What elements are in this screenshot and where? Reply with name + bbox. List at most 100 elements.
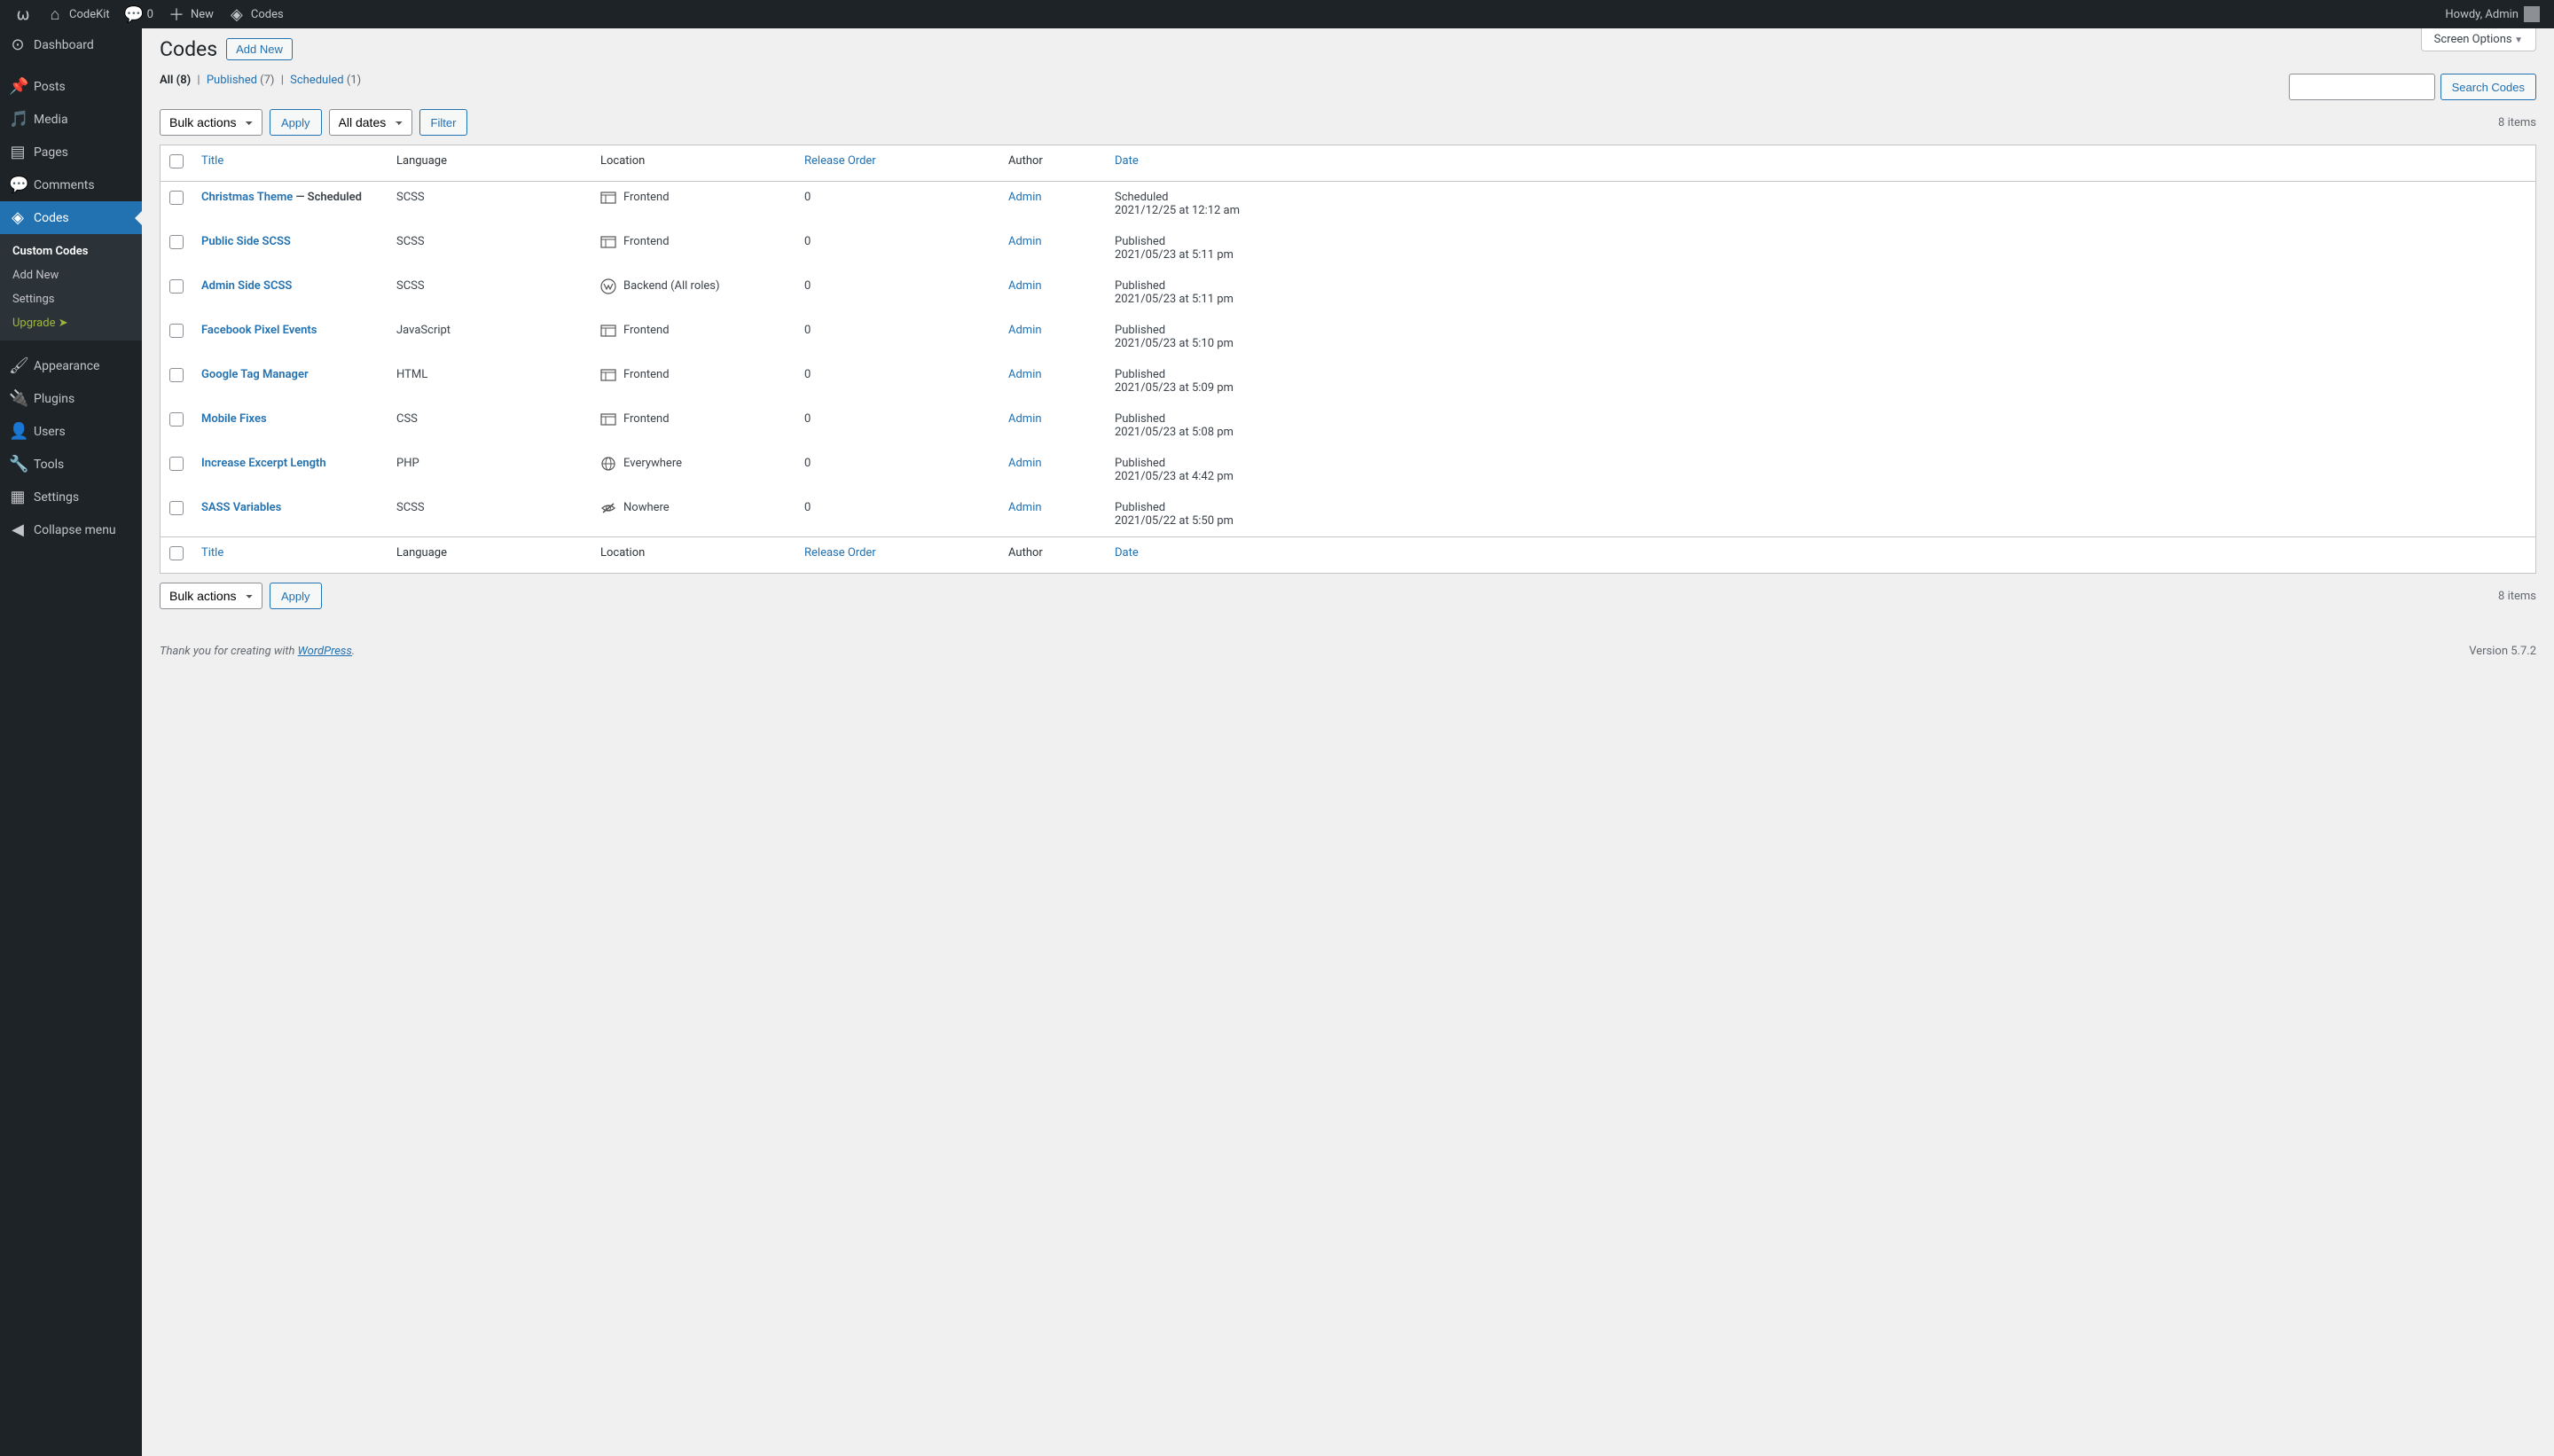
site-name-link[interactable]: ⌂CodeKit <box>39 0 117 28</box>
col-release-order-foot[interactable]: Release Order <box>795 536 999 573</box>
col-date-foot[interactable]: Date <box>1106 536 2535 573</box>
wordpress-link[interactable]: WordPress <box>298 645 352 658</box>
row-author-link[interactable]: Admin <box>1008 368 1042 381</box>
row-title-link[interactable]: Admin Side SCSS <box>201 279 292 293</box>
menu-settings[interactable]: ▦Settings <box>0 481 142 513</box>
howdy-link[interactable]: Howdy, Admin <box>2438 0 2547 28</box>
col-title-foot[interactable]: Title <box>192 536 388 573</box>
row-title-link[interactable]: Increase Excerpt Length <box>201 457 326 470</box>
apply-button-top[interactable]: Apply <box>270 109 322 136</box>
codes-bar-icon: ◈ <box>228 5 246 24</box>
col-location-foot: Location <box>591 536 795 573</box>
row-checkbox[interactable] <box>169 324 184 338</box>
submenu-settings[interactable]: Settings <box>0 287 142 311</box>
collapse-icon: ◀ <box>9 521 27 539</box>
row-author-link[interactable]: Admin <box>1008 279 1042 293</box>
col-release-order[interactable]: Release Order <box>795 145 999 182</box>
row-title-link[interactable]: Google Tag Manager <box>201 368 309 381</box>
menu-plugins[interactable]: 🔌Plugins <box>0 382 142 415</box>
new-link[interactable]: ＋New <box>161 0 221 28</box>
row-author-link[interactable]: Admin <box>1008 501 1042 514</box>
row-checkbox[interactable] <box>169 501 184 515</box>
tablenav-bottom: Bulk actions Apply 8 items <box>160 583 2536 609</box>
bulk-actions-select[interactable]: Bulk actions <box>160 109 262 136</box>
row-title-link[interactable]: Mobile Fixes <box>201 412 267 426</box>
row-author-link[interactable]: Admin <box>1008 191 1042 204</box>
wp-logo[interactable]: ⍵ <box>7 0 39 28</box>
row-date: Scheduled2021/12/25 at 12:12 am <box>1106 182 2535 226</box>
site-name: CodeKit <box>69 8 110 21</box>
menu-posts[interactable]: 📌Posts <box>0 70 142 103</box>
menu-pages[interactable]: ▤Pages <box>0 136 142 168</box>
col-title[interactable]: Title <box>192 145 388 182</box>
frontend-icon <box>600 413 616 426</box>
row-release: 0 <box>795 492 999 536</box>
dates-select[interactable]: All dates <box>329 109 412 136</box>
row-date: Published2021/05/23 at 5:11 pm <box>1106 226 2535 270</box>
screen-options-button[interactable]: Screen Options <box>2421 28 2536 51</box>
row-date: Published2021/05/23 at 5:09 pm <box>1106 359 2535 403</box>
row-checkbox[interactable] <box>169 279 184 294</box>
apply-button-bottom[interactable]: Apply <box>270 583 322 609</box>
search-box: Search Codes <box>2289 74 2536 100</box>
row-checkbox[interactable] <box>169 457 184 471</box>
row-language: CSS <box>388 403 591 448</box>
menu-dashboard[interactable]: ⊙Dashboard <box>0 28 142 61</box>
row-checkbox[interactable] <box>169 235 184 249</box>
nowhere-icon <box>600 502 616 514</box>
bulk-actions-select-bottom[interactable]: Bulk actions <box>160 583 262 609</box>
codes-icon: ◈ <box>9 208 27 227</box>
row-date: Published2021/05/22 at 5:50 pm <box>1106 492 2535 536</box>
row-author-link[interactable]: Admin <box>1008 412 1042 426</box>
row-author-link[interactable]: Admin <box>1008 324 1042 337</box>
col-date[interactable]: Date <box>1106 145 2535 182</box>
table-row: Public Side SCSS SCSS Frontend 0 Admin P… <box>161 226 2535 270</box>
filter-published[interactable]: Published (7) <box>207 74 275 87</box>
add-new-button[interactable]: Add New <box>226 38 293 60</box>
filter-all[interactable]: All (8) <box>160 74 191 87</box>
users-icon: 👤 <box>9 422 27 441</box>
comments-count: 0 <box>147 8 153 21</box>
col-location: Location <box>591 145 795 182</box>
search-button[interactable]: Search Codes <box>2440 74 2536 100</box>
submenu-add-new[interactable]: Add New <box>0 263 142 287</box>
menu-comments[interactable]: 💬Comments <box>0 168 142 201</box>
row-release: 0 <box>795 403 999 448</box>
row-author-link[interactable]: Admin <box>1008 457 1042 470</box>
menu-collapse[interactable]: ◀Collapse menu <box>0 513 142 546</box>
row-language: HTML <box>388 359 591 403</box>
comment-icon: 💬 <box>124 5 142 24</box>
row-date: Published2021/05/23 at 5:11 pm <box>1106 270 2535 315</box>
select-all-top[interactable] <box>169 154 184 168</box>
search-input[interactable] <box>2289 74 2435 100</box>
row-language: SCSS <box>388 270 591 315</box>
menu-appearance[interactable]: 🖌Appearance <box>0 349 142 382</box>
menu-media[interactable]: 🎵Media <box>0 103 142 136</box>
settings-icon: ▦ <box>9 488 27 506</box>
menu-codes[interactable]: ◈Codes <box>0 201 142 234</box>
menu-tools[interactable]: 🔧Tools <box>0 448 142 481</box>
submenu-custom-codes[interactable]: Custom Codes <box>0 239 142 263</box>
main-wrap: ⊙Dashboard 📌Posts 🎵Media ▤Pages 💬Comment… <box>0 28 2554 1456</box>
menu-users[interactable]: 👤Users <box>0 415 142 448</box>
row-checkbox[interactable] <box>169 191 184 205</box>
footer-version: Version 5.7.2 <box>2469 645 2536 658</box>
row-checkbox[interactable] <box>169 368 184 382</box>
row-title-link[interactable]: SASS Variables <box>201 501 281 514</box>
row-release: 0 <box>795 359 999 403</box>
frontend-icon <box>600 236 616 248</box>
row-title-link[interactable]: Public Side SCSS <box>201 235 291 248</box>
filter-button[interactable]: Filter <box>419 109 468 136</box>
row-author-link[interactable]: Admin <box>1008 235 1042 248</box>
select-all-bottom[interactable] <box>169 546 184 560</box>
comments-link[interactable]: 💬0 <box>117 0 161 28</box>
pages-icon: ▤ <box>9 143 27 161</box>
row-checkbox[interactable] <box>169 412 184 427</box>
submenu-upgrade[interactable]: Upgrade ➤ <box>0 311 142 335</box>
row-title-link[interactable]: Christmas Theme <box>201 191 293 204</box>
row-title-link[interactable]: Facebook Pixel Events <box>201 324 317 337</box>
comments-icon: 💬 <box>9 176 27 194</box>
filter-scheduled[interactable]: Scheduled (1) <box>290 74 361 87</box>
codes-link[interactable]: ◈Codes <box>221 0 291 28</box>
frontend-icon <box>600 325 616 337</box>
